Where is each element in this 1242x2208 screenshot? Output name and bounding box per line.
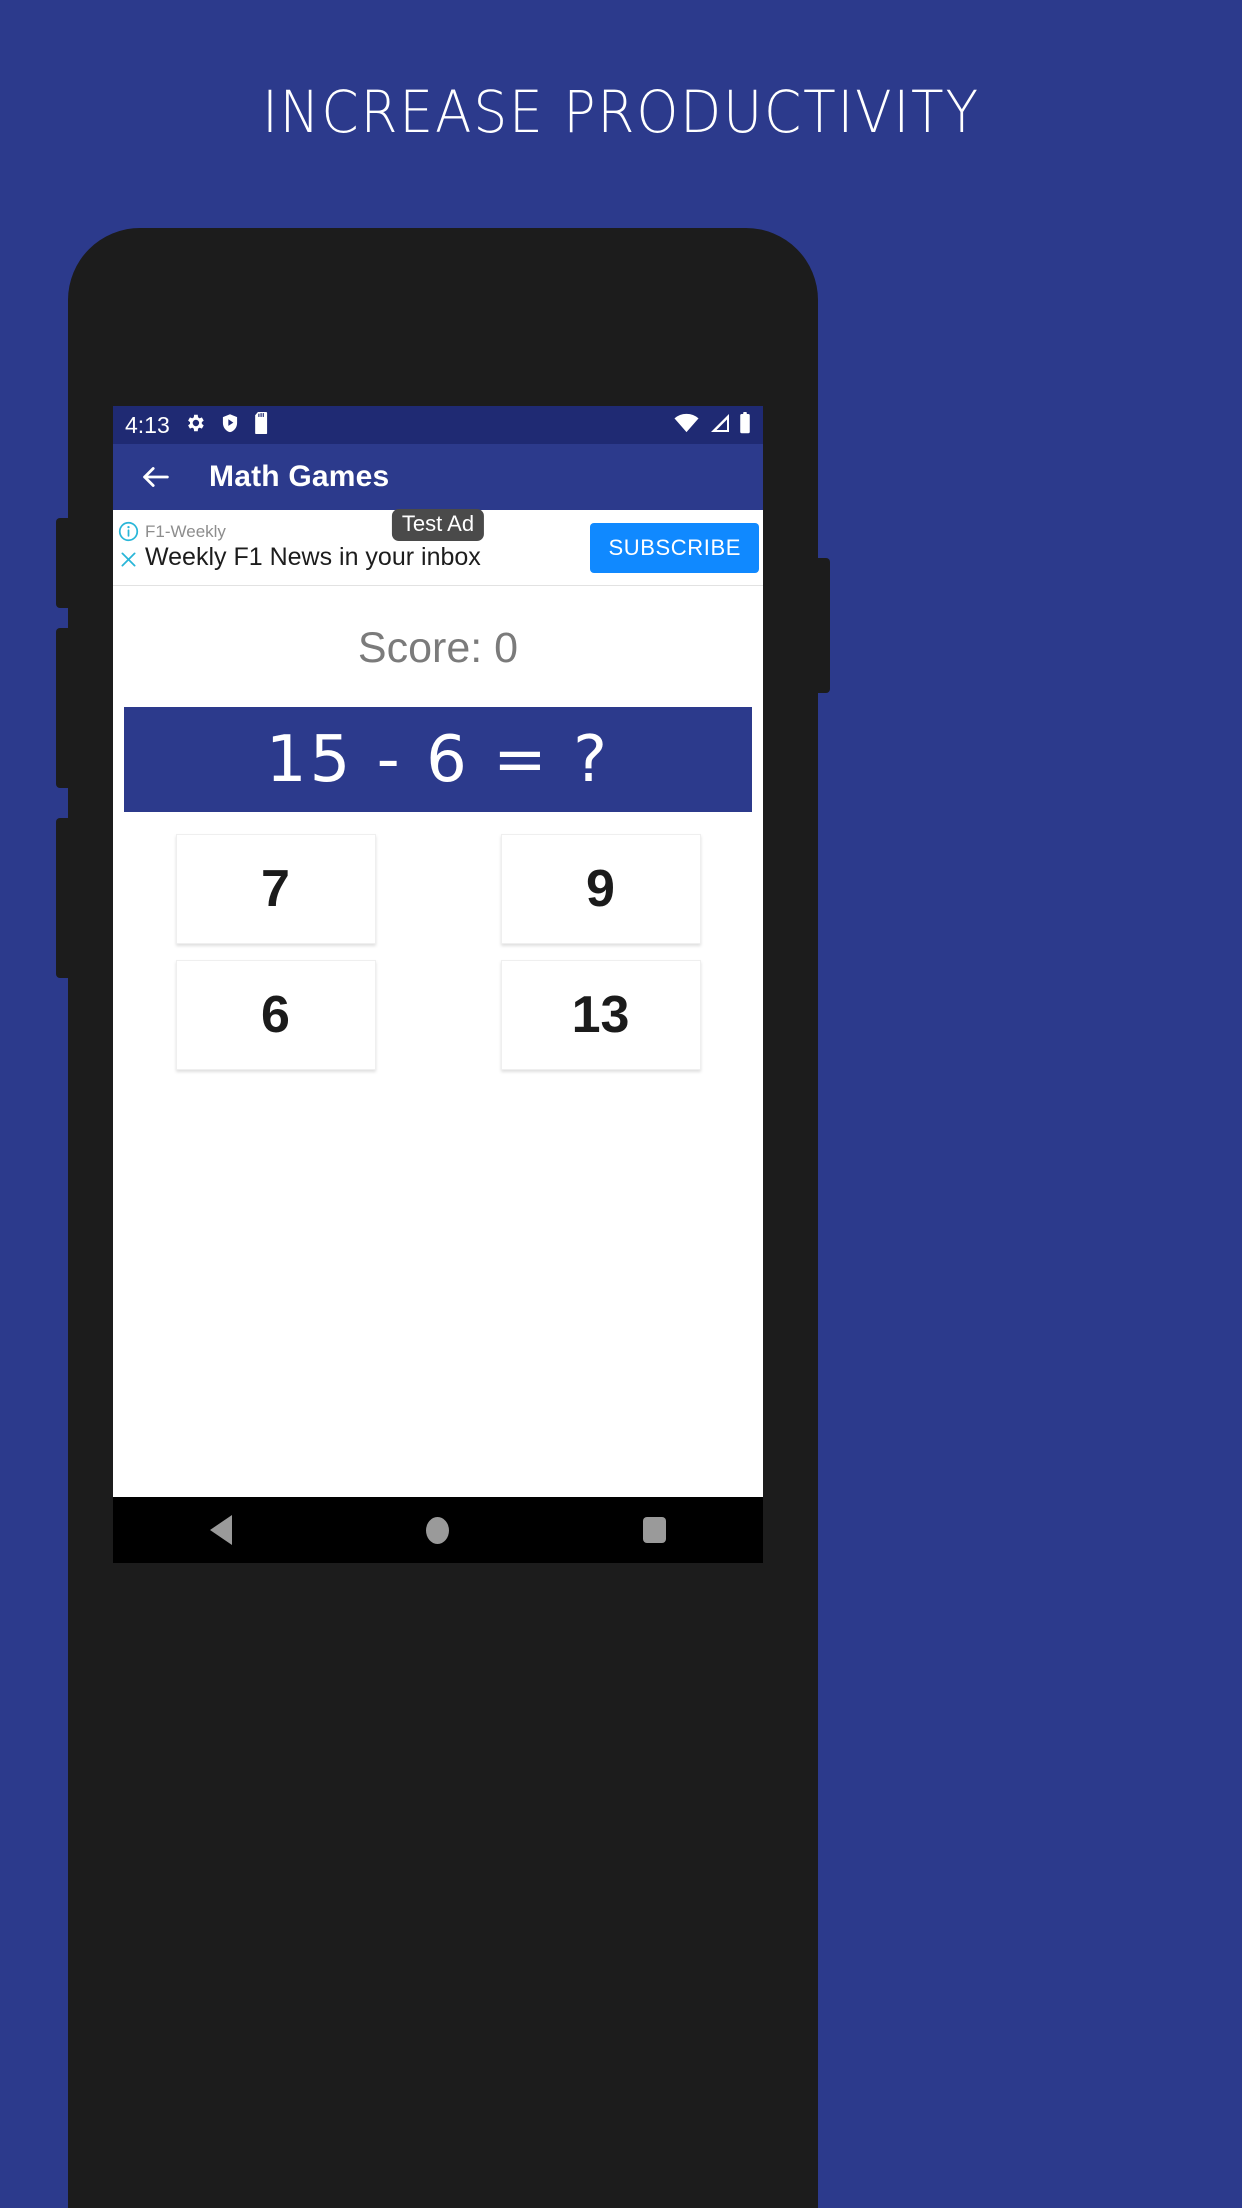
play-protect-shield-icon (220, 412, 240, 439)
phone-side-button-power (56, 818, 70, 978)
arrow-left-icon[interactable] (139, 460, 173, 494)
ad-test-badge: Test Ad (391, 509, 485, 542)
status-bar-left: 4:13 (125, 411, 271, 439)
question-banner: 15 - 6 = ? (124, 707, 752, 812)
subscribe-button[interactable]: SUBSCRIBE (590, 522, 759, 573)
phone-screen: 4:13 Math Games F1-Weekly Weekly F1 News… (113, 406, 763, 1497)
close-x-icon[interactable] (118, 549, 139, 575)
status-bar-right (674, 411, 751, 439)
ad-controls (113, 521, 139, 575)
gear-icon (184, 412, 206, 439)
game-content: Score: 0 15 - 6 = ? 7 9 6 13 (113, 586, 763, 1496)
cellular-signal-icon (708, 413, 730, 438)
app-bar: Math Games (113, 444, 763, 510)
sd-card-icon (254, 411, 271, 439)
answer-option-button[interactable]: 6 (175, 960, 376, 1070)
page-title: INCREASE PRODUCTIVITY (262, 78, 980, 146)
home-circle-icon[interactable] (426, 1516, 449, 1544)
phone-side-button-volume-down (56, 628, 70, 788)
ad-headline: Weekly F1 News in your inbox (145, 543, 481, 572)
back-triangle-icon[interactable] (210, 1515, 232, 1545)
status-bar-clock: 4:13 (125, 411, 170, 438)
ad-advertiser-name: F1-Weekly (145, 522, 226, 542)
answer-option-button[interactable]: 9 (500, 834, 701, 944)
wifi-icon (674, 413, 699, 438)
app-bar-title: Math Games (209, 460, 390, 493)
recents-square-icon[interactable] (643, 1517, 666, 1543)
answer-option-button[interactable]: 13 (500, 960, 701, 1070)
phone-side-button-right (816, 558, 830, 693)
battery-icon (739, 411, 751, 439)
status-bar: 4:13 (113, 406, 763, 444)
phone-side-button-volume-up (56, 518, 70, 608)
answer-option-button[interactable]: 7 (175, 834, 376, 944)
ad-text-block: F1-Weekly Weekly F1 News in your inbox (139, 522, 590, 572)
android-nav-bar (113, 1497, 763, 1563)
info-circle-icon[interactable] (118, 521, 139, 547)
score-label: Score: 0 (357, 624, 519, 672)
answer-options-grid: 7 9 6 13 (113, 834, 763, 1070)
ad-banner[interactable]: F1-Weekly Weekly F1 News in your inbox S… (113, 509, 763, 586)
question-text: 15 - 6 = ? (265, 722, 611, 797)
